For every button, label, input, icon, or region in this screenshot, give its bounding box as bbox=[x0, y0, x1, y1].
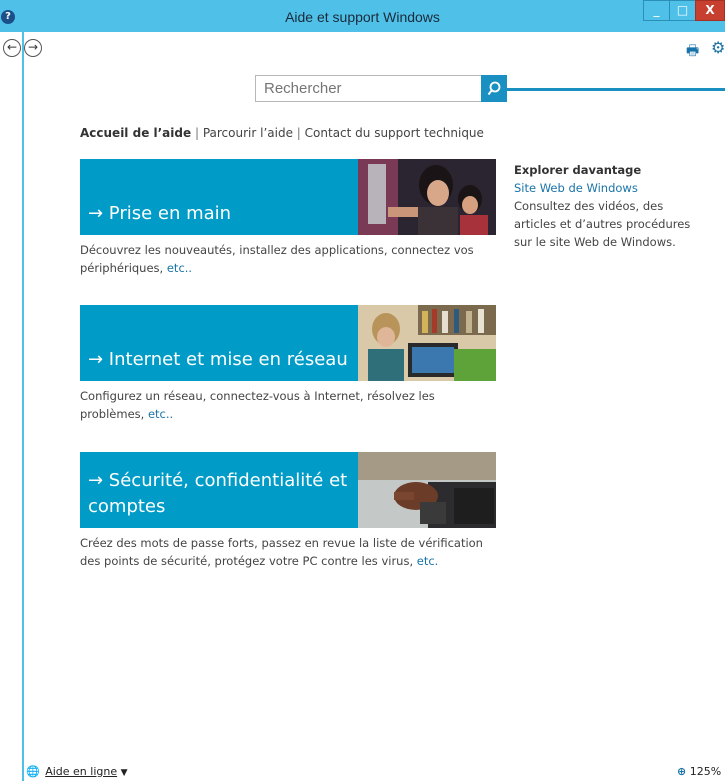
tile-description-text: Découvrez les nouveautés, installez des … bbox=[80, 243, 474, 275]
tile-description: Découvrez les nouveautés, installez des … bbox=[80, 241, 490, 277]
breadcrumb-browse[interactable]: Parcourir l’aide bbox=[203, 126, 293, 140]
chevron-down-icon: ▼ bbox=[120, 768, 128, 778]
online-help-label: Aide en ligne bbox=[45, 765, 118, 778]
search-accent-line bbox=[507, 88, 725, 91]
breadcrumb: Accueil de l’aide | Parcourir l’aide | C… bbox=[80, 126, 484, 140]
breadcrumb-separator: | bbox=[194, 126, 199, 140]
security-photo bbox=[358, 452, 496, 528]
breadcrumb-separator: | bbox=[296, 126, 301, 140]
etc-link[interactable]: etc.. bbox=[167, 261, 192, 275]
tile-label: → Internet et mise en réseau bbox=[88, 349, 348, 370]
window-left-border bbox=[0, 0, 24, 781]
tile-security-privacy-accounts[interactable]: → Sécurité, confidentialité et comptes bbox=[80, 452, 496, 528]
zoom-level: 125% bbox=[689, 765, 722, 778]
zoom-icon: ⊕ bbox=[677, 765, 687, 778]
windows-website-link[interactable]: Site Web de Windows bbox=[514, 179, 704, 197]
breadcrumb-home[interactable]: Accueil de l’aide bbox=[80, 126, 191, 140]
back-arrow-icon[interactable]: ← bbox=[3, 39, 21, 57]
tile-description: Créez des mots de passe forts, passez en… bbox=[80, 534, 490, 570]
tile-label: → Sécurité, confidentialité et comptes bbox=[88, 470, 348, 517]
close-button[interactable]: X bbox=[695, 0, 725, 21]
explore-more-panel: Explorer davantage Site Web de Windows C… bbox=[514, 161, 704, 251]
zoom-control[interactable]: ⊕ 125% bbox=[677, 765, 721, 778]
internet-networking-photo bbox=[358, 305, 496, 381]
tile-getting-started[interactable]: → Prise en main bbox=[80, 159, 496, 235]
search-button[interactable] bbox=[481, 75, 507, 102]
title-bar: ? Aide et support Windows _ □ X bbox=[0, 0, 725, 32]
print-icon[interactable]: 🖶 bbox=[686, 40, 699, 64]
tile-internet-networking[interactable]: → Internet et mise en réseau bbox=[80, 305, 496, 381]
etc-link[interactable]: etc.. bbox=[148, 407, 173, 421]
search-box bbox=[255, 75, 507, 102]
getting-started-photo bbox=[358, 159, 496, 235]
forward-arrow-icon[interactable]: → bbox=[24, 39, 42, 57]
window-title: Aide et support Windows bbox=[285, 9, 440, 25]
explore-more-text: Consultez des vidéos, des articles et d’… bbox=[514, 199, 691, 249]
search-icon bbox=[487, 81, 501, 96]
explore-more-title: Explorer davantage bbox=[514, 163, 642, 177]
breadcrumb-contact[interactable]: Contact du support technique bbox=[305, 126, 484, 140]
maximize-button[interactable]: □ bbox=[669, 0, 696, 21]
tile-description: Configurez un réseau, connectez-vous à I… bbox=[80, 387, 490, 423]
etc-link[interactable]: etc. bbox=[417, 554, 439, 568]
tile-description-text: Configurez un réseau, connectez-vous à I… bbox=[80, 389, 435, 421]
search-input[interactable] bbox=[255, 75, 481, 102]
minimize-button[interactable]: _ bbox=[643, 0, 670, 21]
online-help-toggle[interactable]: 🌐 Aide en ligne ▼ bbox=[26, 765, 128, 778]
tile-label: → Prise en main bbox=[88, 203, 232, 224]
gear-icon[interactable]: ⚙ bbox=[711, 38, 725, 57]
globe-icon: 🌐 bbox=[26, 765, 40, 778]
